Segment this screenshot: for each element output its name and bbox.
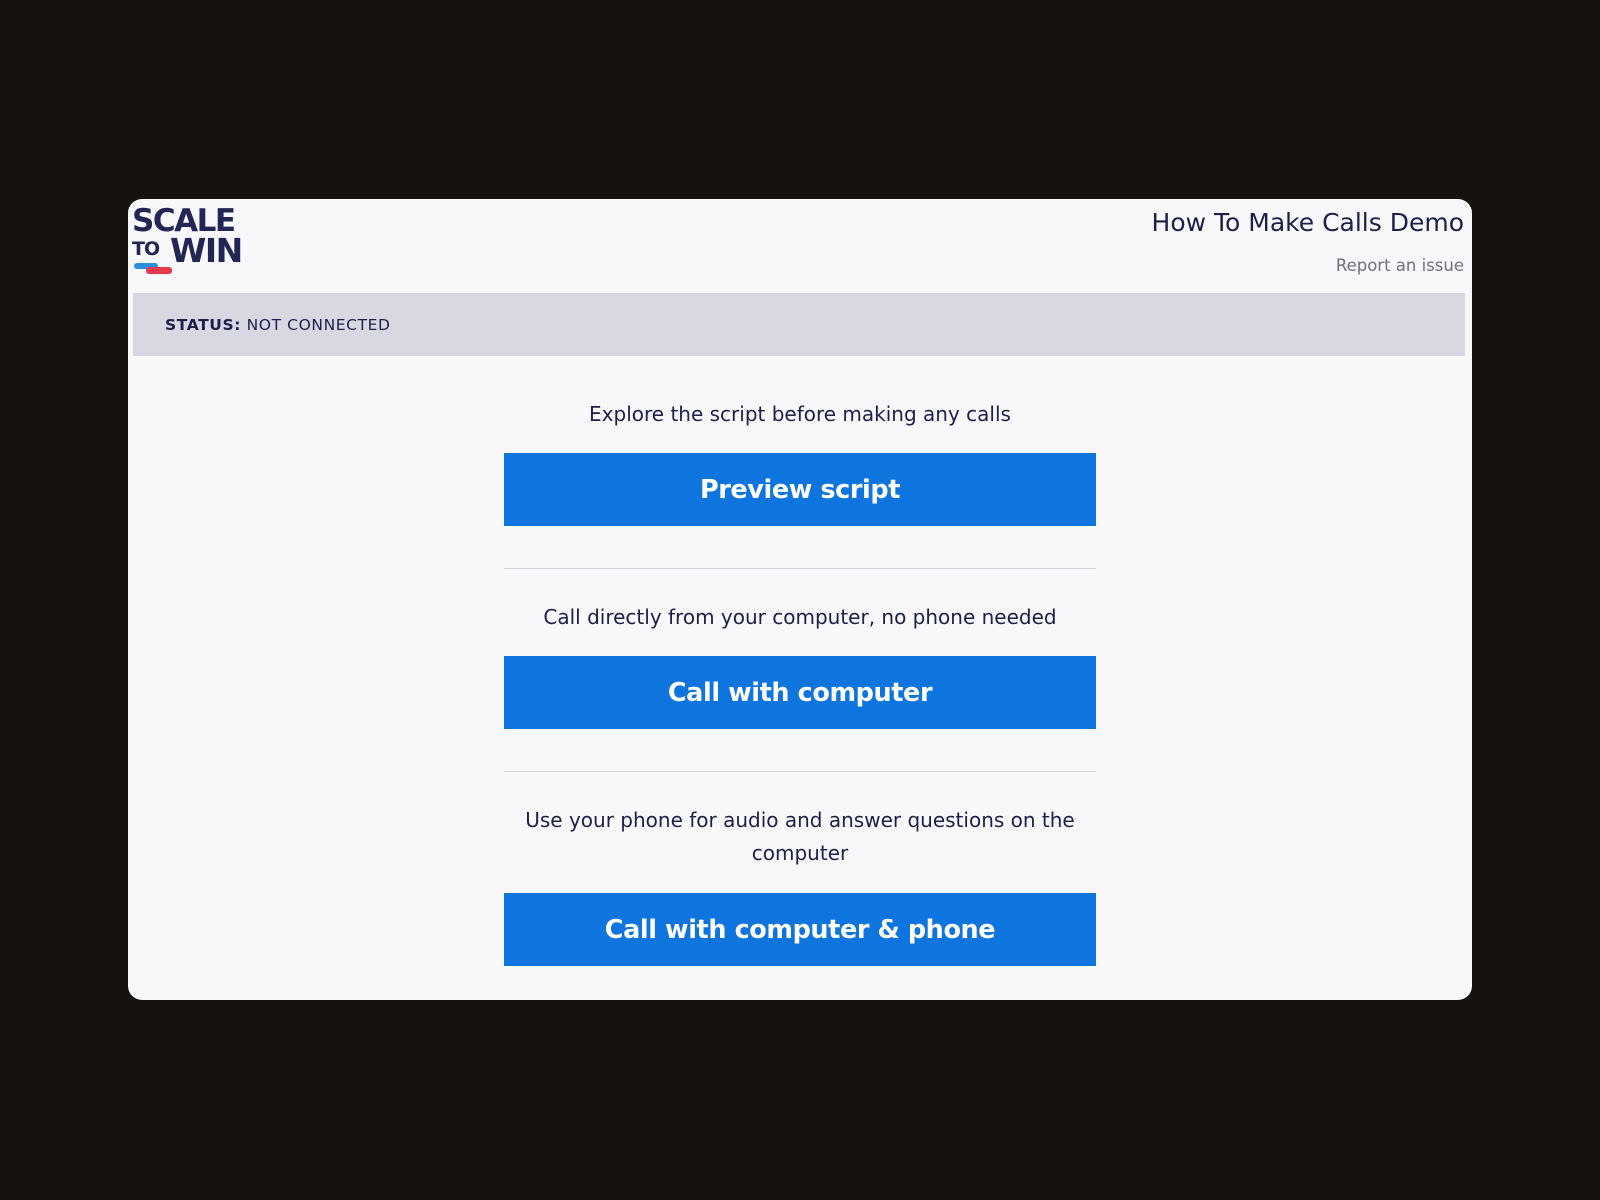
- header: SCALE TO WIN How To Make Calls Demo Repo…: [128, 199, 1472, 293]
- status-value: NOT CONNECTED: [246, 315, 391, 334]
- report-issue-link[interactable]: Report an issue: [1336, 256, 1464, 275]
- logo-speech-bubble-red-icon: [146, 267, 172, 274]
- call-with-computer-and-phone-button[interactable]: Call with computer & phone: [504, 893, 1096, 966]
- page-title: How To Make Calls Demo: [1151, 208, 1464, 237]
- scale-to-win-logo: SCALE TO WIN: [132, 205, 244, 275]
- logo-text-win: WIN: [170, 231, 243, 270]
- preview-script-button[interactable]: Preview script: [504, 453, 1096, 526]
- call-with-computer-button[interactable]: Call with computer: [504, 656, 1096, 729]
- preview-script-description: Explore the script before making any cal…: [589, 402, 1011, 426]
- divider: [504, 771, 1096, 772]
- call-with-computer-description: Call directly from your computer, no pho…: [543, 605, 1057, 629]
- status-bar: STATUS: NOT CONNECTED: [133, 293, 1465, 356]
- status-text: STATUS: NOT CONNECTED: [165, 316, 391, 334]
- logo-text-to: TO: [132, 238, 160, 260]
- status-label: STATUS:: [165, 315, 242, 334]
- call-with-computer-and-phone-description: Use your phone for audio and answer ques…: [525, 808, 1075, 865]
- divider: [504, 568, 1096, 569]
- call-panel-card: SCALE TO WIN How To Make Calls Demo Repo…: [128, 199, 1472, 1000]
